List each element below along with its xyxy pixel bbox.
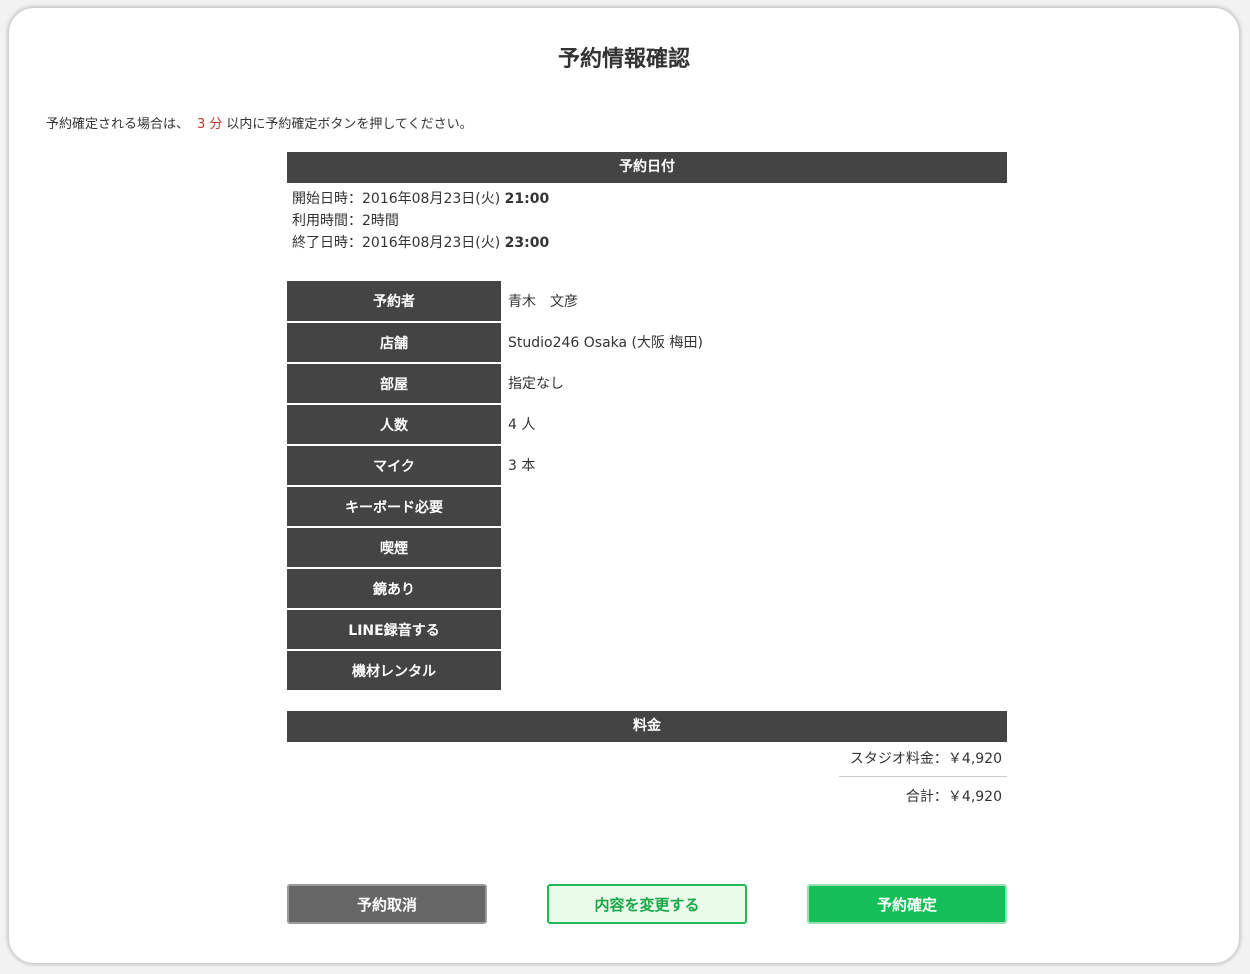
- detail-label: 喫煙: [287, 527, 501, 569]
- price-lines: スタジオ料金：￥4,920 合計：￥4,920: [287, 742, 1007, 806]
- reservation-date-section: 予約日付 開始日時：2016年08月23日(火) 21:00 利用時間：2時間 …: [287, 152, 1007, 254]
- detail-value: [501, 527, 1007, 568]
- detail-row-reserver: 予約者 青木 文彦: [287, 281, 1007, 323]
- detail-value: [501, 650, 1007, 691]
- detail-label: 人数: [287, 404, 501, 446]
- detail-row-smoking: 喫煙: [287, 527, 1007, 569]
- end-datetime: 終了日時：2016年08月23日(火) 23:00: [292, 235, 550, 251]
- end-time: 23:00: [504, 235, 550, 251]
- cancel-reservation-button[interactable]: 予約取消: [287, 884, 487, 924]
- detail-value: Studio246 Osaka (大阪 梅田): [508, 335, 703, 351]
- reservation-details-table: 予約者 青木 文彦 店舗 Studio246 Osaka (大阪 梅田) 部屋 …: [287, 281, 1007, 692]
- detail-row-equipment-rental: 機材レンタル: [287, 650, 1007, 692]
- price-section: 料金 スタジオ料金：￥4,920 合計：￥4,920: [287, 711, 1007, 806]
- reservation-date-header: 予約日付: [287, 152, 1007, 183]
- detail-row-mirror: 鏡あり: [287, 568, 1007, 610]
- detail-row-mic: マイク 3 本: [287, 445, 1007, 487]
- reservation-date-lines: 開始日時：2016年08月23日(火) 21:00 利用時間：2時間 終了日時：…: [287, 183, 1007, 254]
- price-header: 料金: [287, 711, 1007, 742]
- time-limit-notice: 予約確定される場合は、 3 分以内に予約確定ボタンを押してください。: [46, 113, 473, 132]
- notice-text-after: 以内に予約確定ボタンを押してください。: [226, 117, 473, 132]
- detail-value: 指定なし: [508, 376, 564, 392]
- detail-row-room: 部屋 指定なし: [287, 363, 1007, 405]
- usage-duration: 利用時間：2時間: [292, 213, 399, 229]
- change-details-button[interactable]: 内容を変更する: [547, 884, 747, 924]
- detail-label: 鏡あり: [287, 568, 501, 610]
- detail-value: 4 人: [508, 417, 536, 433]
- detail-value: [501, 568, 1007, 609]
- detail-value: [501, 486, 1007, 527]
- detail-value: 青木 文彦: [508, 294, 578, 310]
- detail-label: マイク: [287, 445, 501, 487]
- detail-label: 予約者: [287, 281, 501, 323]
- detail-value: 3 本: [508, 458, 536, 474]
- confirm-reservation-button[interactable]: 予約確定: [807, 884, 1007, 924]
- detail-label: LINE録音する: [287, 609, 501, 651]
- page-title: 予約情報確認: [557, 47, 690, 72]
- notice-minutes: 3 分: [197, 117, 223, 132]
- detail-label: 機材レンタル: [287, 650, 501, 692]
- start-datetime: 開始日時：2016年08月23日(火) 21:00: [292, 191, 550, 207]
- detail-label: 部屋: [287, 363, 501, 405]
- studio-fee: スタジオ料金：￥4,920: [849, 751, 1002, 767]
- detail-value: [501, 609, 1007, 650]
- start-time: 21:00: [504, 191, 550, 207]
- price-total: 合計：￥4,920: [905, 789, 1002, 805]
- detail-row-line-recording: LINE録音する: [287, 609, 1007, 651]
- detail-row-people: 人数 4 人: [287, 404, 1007, 446]
- detail-label: キーボード必要: [287, 486, 501, 528]
- confirmation-card: 予約情報確認 予約確定される場合は、 3 分以内に予約確定ボタンを押してください。…: [8, 7, 1240, 964]
- detail-label: 店舗: [287, 322, 501, 364]
- notice-text-before: 予約確定される場合は、: [46, 117, 190, 132]
- detail-row-keyboard: キーボード必要: [287, 486, 1007, 528]
- detail-row-store: 店舗 Studio246 Osaka (大阪 梅田): [287, 322, 1007, 364]
